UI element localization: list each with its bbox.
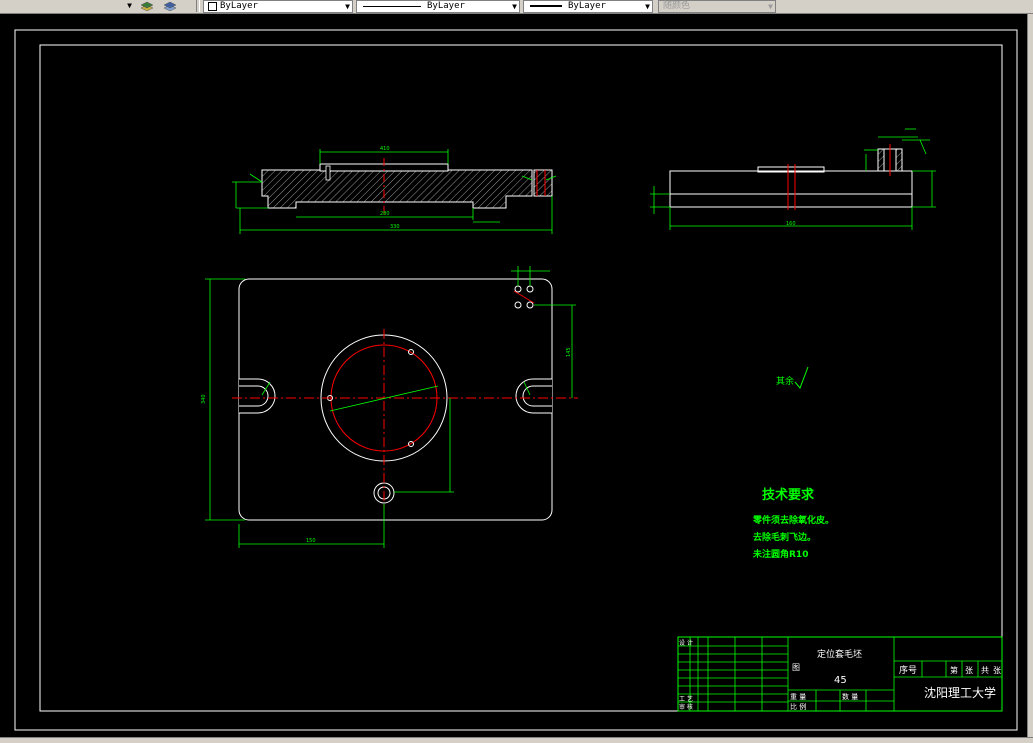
chevron-down-icon[interactable]: ▼ [512, 1, 517, 12]
chevron-down-icon[interactable]: ▼ [345, 1, 350, 12]
right-u-slot [515, 378, 552, 414]
linetype-swatch [363, 6, 421, 7]
title-block-label: 重 量 [790, 693, 806, 701]
layer-dropdown-tail[interactable]: ▼ [0, 0, 134, 11]
top-slot [325, 165, 331, 181]
side-body-top [669, 170, 913, 208]
tech-req-line: 去除毛刺飞边。 [753, 531, 816, 543]
part-name: 定位套毛坯 [817, 648, 862, 660]
cad-drawing: 410 330 280 160 340 150 145 其余 技术要求 零件须去… [14, 29, 1018, 731]
title-block-label: 比 例 [790, 702, 806, 711]
title-block: 定位套毛坯 图 45 序号 第 张 共 张 沈阳理工大学 重 量 数 量 比 例… [677, 636, 1003, 712]
plate-outline [238, 278, 553, 521]
dim-text: 340 [201, 394, 207, 404]
side-view: 160 [650, 128, 936, 230]
properties-toolbar: ▼ ByLayer ▼ ByLayer ▼ ByLayer ▼ 随颜色 ▼ [0, 0, 1033, 14]
vertical-scrollbar[interactable] [1027, 14, 1033, 738]
plan-view: 340 150 145 [201, 266, 578, 548]
title-block-label: 图 [792, 663, 800, 672]
layer-previous-icon[interactable] [140, 0, 154, 11]
roughness-symbol-icon [794, 366, 809, 389]
chevron-down-icon[interactable]: ▼ [127, 0, 132, 11]
chevron-down-icon[interactable]: ▼ [645, 1, 650, 12]
tech-req-title: 技术要求 [762, 487, 815, 503]
left-u-slot [239, 378, 276, 414]
tech-req-line: 零件须去除氧化皮。 [752, 514, 834, 526]
tech-req-line: 未注圆角R10 [752, 548, 808, 560]
school-name: 沈阳理工大学 [924, 685, 996, 700]
sequence-label: 序号 [899, 664, 917, 676]
linetype-control-dropdown[interactable]: ByLayer ▼ [356, 0, 520, 13]
dim-text: 280 [380, 211, 390, 217]
linetype-control-value: ByLayer [427, 1, 465, 11]
dim-text: 145 [566, 347, 572, 357]
roughness-note: 其余 [776, 375, 794, 387]
sheet-label: 张 [965, 666, 973, 675]
section-hatch [261, 169, 533, 209]
drawing-canvas[interactable]: 410 330 280 160 340 150 145 其余 技术要求 零件须去… [0, 14, 1028, 738]
lineweight-swatch [530, 5, 562, 7]
dim-text: 150 [306, 538, 316, 544]
color-control-value: ByLayer [220, 1, 258, 11]
layer-stack-icon[interactable] [163, 0, 177, 11]
side-dimensions [650, 128, 936, 230]
sheet-label: 张 [993, 666, 1001, 675]
dim-text: 410 [380, 146, 390, 152]
front-section-view: 410 330 280 [232, 146, 557, 234]
plotstyle-control-value: 随颜色 [663, 1, 691, 11]
chevron-down-icon[interactable]: ▼ [768, 1, 773, 12]
title-block-label: 工 艺 [679, 695, 693, 703]
lineweight-control-dropdown[interactable]: ByLayer ▼ [523, 0, 653, 13]
horizontal-scrollbar[interactable] [0, 737, 1033, 743]
title-block-label: 数 量 [842, 692, 858, 701]
outer-sheet-border [14, 29, 1018, 731]
title-block-label: 设 计 [679, 639, 693, 647]
color-swatch [208, 2, 217, 11]
sheet-label: 共 [981, 666, 989, 675]
title-block-label: 审 核 [679, 703, 693, 711]
material-value: 45 [834, 675, 847, 686]
inner-sheet-border [39, 44, 1003, 712]
plotstyle-control-dropdown[interactable]: 随颜色 ▼ [658, 0, 776, 13]
toolbar-separator [196, 0, 200, 12]
color-control-dropdown[interactable]: ByLayer ▼ [203, 0, 353, 13]
dim-text: 160 [786, 221, 796, 227]
sheet-label: 第 [950, 665, 958, 675]
lineweight-control-value: ByLayer [568, 1, 606, 11]
dim-text: 330 [390, 224, 400, 230]
